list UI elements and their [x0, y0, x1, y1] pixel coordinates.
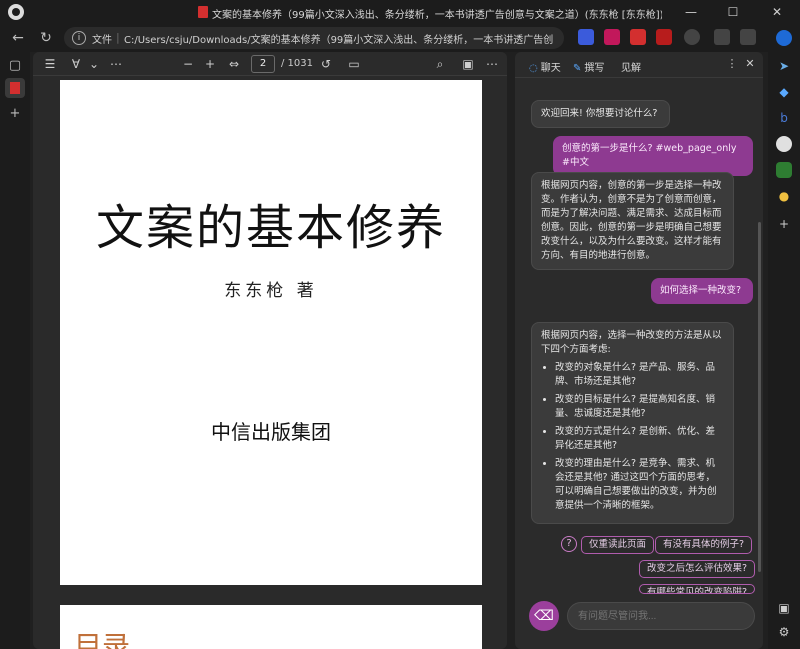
maximize-button[interactable]: ☐: [718, 2, 748, 22]
tab-insights[interactable]: 见解: [621, 59, 641, 74]
bot-message-intro: 根据网页内容，选择一种改变的方法是从以下四个方面考虑:: [541, 330, 722, 355]
tab-actions-icon[interactable]: ▢: [5, 56, 25, 76]
book-author: 东东枪 著: [224, 281, 318, 301]
compose-icon: ✎: [573, 63, 582, 74]
list-item: 改变的方式是什么? 是创新、优化、差异化还是其他?: [555, 425, 724, 453]
copilot-icon[interactable]: [776, 30, 792, 46]
url-field[interactable]: i 文件 | C:/Users/csju/Downloads/文案的基本修养（9…: [64, 27, 564, 49]
send-icon[interactable]: ➤: [776, 58, 792, 74]
sidebar-layout-icon[interactable]: ▣: [776, 600, 792, 616]
pdf-page-next: 目录: [60, 605, 482, 649]
book-publisher: 中信出版集团: [211, 420, 331, 444]
bot-message: 根据网页内容，创意的第一步是选择一种改变。作者认为，创意不是为了创意而创意，而是…: [531, 172, 734, 270]
pdf-toolbar: ☰ ∀ ⌄ ⋯ − + ⇔ 2 / 1031 ↺ ▭ ⌕ ▣ ⋯: [33, 52, 507, 76]
chevron-down-icon[interactable]: ⌄: [85, 55, 103, 73]
close-window-button[interactable]: ✕: [762, 2, 792, 22]
toc-heading: 目录: [74, 630, 131, 649]
refresh-icon[interactable]: ↻: [36, 28, 56, 48]
excel-app-icon[interactable]: [776, 162, 792, 178]
user-message: 如何选择一种改变?: [651, 278, 753, 304]
chat-scrollbar[interactable]: [758, 222, 761, 572]
list-item: 改变的对象是什么? 是产品、服务、品牌、市场还是其他?: [555, 361, 724, 389]
window-title: 文案的基本修养（99篇小文深入浅出、条分缕析，一本书讲透广告创意与文案之道）(东…: [212, 10, 662, 21]
tab-compose-label: 撰写: [584, 63, 605, 74]
page-number-input[interactable]: 2: [251, 55, 275, 73]
info-icon[interactable]: i: [72, 31, 86, 45]
url-separator: |: [116, 31, 120, 44]
bot-message: 欢迎回来! 你想要讨论什么?: [531, 100, 670, 128]
panel-more-icon[interactable]: ⋮: [725, 57, 739, 71]
list-item: 改变的理由是什么? 是竞争、需求、机会还是其他? 通过这四个方面的思考，可以明确…: [555, 457, 724, 513]
extension-gear-icon[interactable]: [684, 29, 700, 45]
split-screen-icon[interactable]: [714, 29, 730, 45]
settings-gear-icon[interactable]: ⚙: [776, 624, 792, 640]
tab-pdf-document[interactable]: [5, 78, 25, 98]
suggestion-chip[interactable]: 有哪些常见的改变陷阱?: [639, 584, 756, 594]
tab-compose[interactable]: ✎ 撰写: [573, 59, 604, 74]
title-bar: 文案的基本修养（99篇小文深入浅出、条分缕析，一本书讲透广告创意与文案之道）(东…: [0, 0, 800, 24]
new-tab-icon[interactable]: +: [5, 104, 25, 124]
extension-pink-icon[interactable]: [604, 29, 620, 45]
pdf-file-icon: [198, 6, 208, 18]
right-sidebar: ➤ ◆ b ● + ▣ ⚙: [768, 24, 800, 649]
back-arrow-icon[interactable]: ←: [8, 28, 28, 48]
game-app-icon[interactable]: ●: [776, 188, 792, 204]
pdf-viewer: ☰ ∀ ⌄ ⋯ − + ⇔ 2 / 1031 ↺ ▭ ⌕ ▣ ⋯ 文案的基本修养…: [33, 52, 507, 649]
new-topic-broom-icon[interactable]: ⌫: [529, 601, 559, 631]
extension-shield-icon[interactable]: [578, 29, 594, 45]
extension-counter-icon[interactable]: [656, 29, 672, 45]
fit-page-icon[interactable]: ⇔: [225, 55, 243, 73]
rotate-icon[interactable]: ↺: [317, 55, 335, 73]
minimize-button[interactable]: —: [676, 2, 706, 22]
url-text: C:/Users/csju/Downloads/文案的基本修养（99篇小文深入浅…: [124, 35, 554, 46]
suggestion-chip[interactable]: 有没有具体的例子?: [655, 536, 753, 554]
draw-icon[interactable]: ∀: [67, 55, 85, 73]
copilot-chat-panel: ◌ 聊天 ✎ 撰写 见解 ⋮ ✕ 欢迎回来! 你想要讨论什么? 创意的第一步是什么?…: [515, 52, 763, 649]
extension-red-icon[interactable]: [630, 29, 646, 45]
suggestion-chip[interactable]: 仅重读此页面: [581, 536, 655, 554]
bing-icon[interactable]: b: [776, 110, 792, 126]
panel-close-icon[interactable]: ✕: [743, 57, 757, 71]
list-item: 改变的目标是什么? 是提高知名度、销量、忠诚度还是其他?: [555, 393, 724, 421]
search-icon[interactable]: ⌕: [431, 55, 449, 73]
book-title: 文案的基本修养: [95, 200, 446, 256]
chat-input-row: ⌫: [515, 597, 763, 637]
user-message: 创意的第一步是什么? #web_page_only #中文: [553, 136, 753, 176]
vertical-tabs-bar: ▢ +: [0, 52, 30, 649]
zoom-in-button[interactable]: +: [201, 55, 219, 73]
favorites-icon[interactable]: [740, 29, 756, 45]
more-options-icon[interactable]: ⋯: [107, 55, 125, 73]
browser-logo-icon[interactable]: [8, 4, 24, 20]
chat-icon: ◌: [529, 63, 538, 74]
tab-chat[interactable]: ◌ 聊天: [529, 59, 561, 74]
chat-header: ◌ 聊天 ✎ 撰写 见解 ⋮ ✕: [515, 52, 763, 78]
save-icon[interactable]: ▣: [459, 55, 477, 73]
tab-chat-label: 聊天: [540, 63, 561, 74]
pdf-tab-icon: [10, 82, 20, 94]
page-total: / 1031: [281, 58, 313, 69]
bot-message-list: 改变的对象是什么? 是产品、服务、品牌、市场还是其他? 改变的目标是什么? 是提…: [541, 361, 724, 513]
zoom-out-button[interactable]: −: [179, 55, 197, 73]
suggestion-chip[interactable]: 改变之后怎么评估效果?: [639, 560, 756, 578]
chrome-app-icon[interactable]: [776, 136, 792, 152]
help-icon[interactable]: ?: [561, 536, 577, 552]
file-scheme-label: 文件: [92, 35, 112, 46]
bot-message: 根据网页内容，选择一种改变的方法是从以下四个方面考虑: 改变的对象是什么? 是产…: [531, 322, 734, 524]
contents-icon[interactable]: ☰: [41, 55, 59, 73]
shopping-icon[interactable]: ◆: [776, 84, 792, 100]
tab-insights-label: 见解: [621, 63, 641, 74]
address-bar: ← ↻ i 文件 | C:/Users/csju/Downloads/文案的基本…: [0, 24, 800, 52]
pdf-more-icon[interactable]: ⋯: [483, 55, 501, 73]
page-view-icon[interactable]: ▭: [345, 55, 363, 73]
chat-input[interactable]: [567, 602, 755, 630]
add-sidebar-app-icon[interactable]: +: [776, 216, 792, 232]
pdf-page-cover: 文案的基本修养 东东枪 著 中信出版集团: [60, 80, 482, 585]
